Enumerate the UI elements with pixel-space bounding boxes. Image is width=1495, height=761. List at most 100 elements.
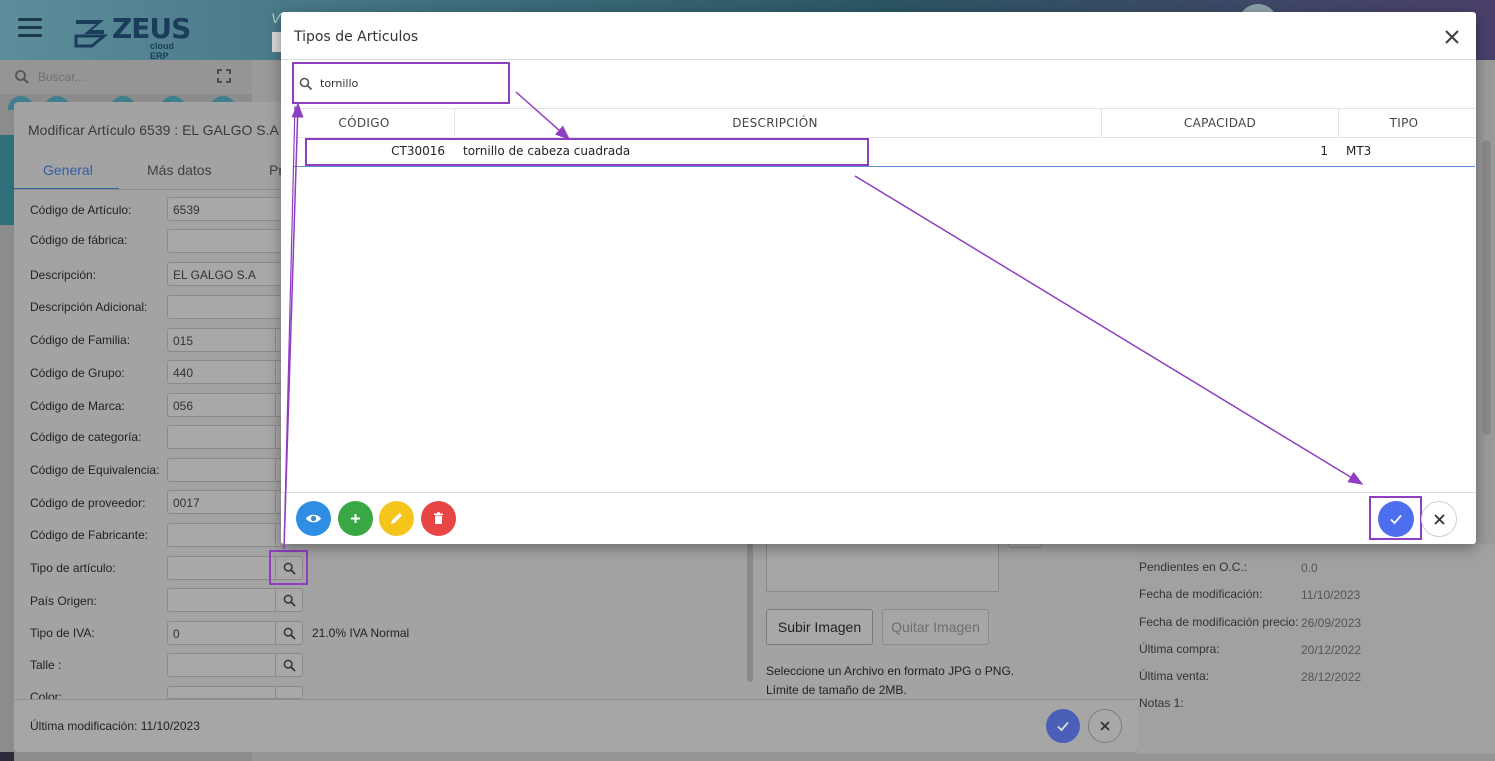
- codigo-marca-input[interactable]: 056: [167, 393, 287, 417]
- field-label: Descripción:: [30, 268, 97, 282]
- form-footer: Última modificación: 11/10/2023: [14, 699, 1137, 752]
- stat-value: 0.0: [1301, 561, 1318, 575]
- tab-mas-datos[interactable]: Más datos: [147, 162, 212, 178]
- form-cancel-button[interactable]: [1088, 709, 1122, 743]
- remove-image-button[interactable]: Quitar Imagen: [882, 609, 989, 645]
- dialog-title: Tipos de Articulos: [294, 29, 419, 45]
- stat-value: 28/12/2022: [1301, 670, 1362, 684]
- form-scrollbar[interactable]: [747, 542, 753, 682]
- dialog-cancel-button[interactable]: [1421, 501, 1457, 537]
- field-label: Color:: [30, 690, 63, 699]
- field-label: Código de Artículo:: [30, 203, 132, 217]
- search-icon: [283, 594, 296, 607]
- check-icon: [1057, 721, 1069, 732]
- field-label: Código de Marca:: [30, 399, 125, 413]
- stat-label: Pendientes en O.C.:: [1139, 560, 1248, 574]
- image-size-note: Límite de tamaño de 2MB.: [766, 683, 907, 697]
- tipo-articulo-input[interactable]: [167, 556, 275, 580]
- menu-icon[interactable]: [18, 18, 42, 40]
- codigo-grupo-input[interactable]: 440: [167, 360, 287, 384]
- edit-button[interactable]: [379, 501, 414, 536]
- form-title: Modificar Artículo 6539 : EL GALGO S.A: [28, 122, 279, 138]
- dialog-header-divider: [281, 59, 1476, 60]
- tipo-iva-search-button[interactable]: [275, 621, 303, 645]
- codigo-articulo-input[interactable]: 6539: [167, 197, 287, 221]
- codigo-fabricante-input[interactable]: [167, 523, 287, 547]
- search-icon: [15, 70, 29, 84]
- field-label: Tipo de artículo:: [30, 561, 116, 575]
- field-label: Código de Familia:: [30, 333, 131, 347]
- stat-label: Fecha de modificación precio:: [1139, 615, 1299, 629]
- close-icon: [1434, 514, 1445, 525]
- article-stats-panel: Pendientes en O.C.: 0.0 Fecha de modific…: [1137, 544, 1495, 754]
- search-icon: [283, 627, 296, 640]
- iva-description: 21.0% IVA Normal: [312, 626, 410, 640]
- field-label: Código de categoría:: [30, 430, 142, 444]
- close-icon[interactable]: [1441, 26, 1463, 48]
- codigo-proveedor-input[interactable]: 0017: [167, 490, 287, 514]
- zeus-logo: ZEUS cloud ERP: [72, 12, 192, 61]
- search-icon: [283, 659, 296, 672]
- field-label: Descripción Adicional:: [30, 300, 148, 314]
- eye-icon: [306, 514, 321, 523]
- field-label: Talle :: [30, 658, 62, 672]
- check-icon: [1390, 514, 1402, 525]
- image-format-note: Seleccione un Archivo en formato JPG o P…: [766, 664, 1015, 678]
- sidebar-bottom: [0, 752, 14, 761]
- codigo-familia-input[interactable]: 015: [167, 328, 287, 352]
- color-input[interactable]: [167, 686, 275, 699]
- table-header: CÓDIGO DESCRIPCIÓN CAPACIDAD TIPO: [293, 108, 1475, 138]
- field-label: Código de Fabricante:: [30, 528, 149, 542]
- pais-origen-input[interactable]: [167, 588, 275, 612]
- form-confirm-button[interactable]: [1046, 709, 1080, 743]
- upload-image-button[interactable]: Subir Imagen: [766, 609, 873, 645]
- field-label: Código de fábrica:: [30, 233, 128, 247]
- codigo-fabrica-input[interactable]: [167, 229, 287, 253]
- delete-button[interactable]: [421, 501, 456, 536]
- zeus-logo-mark: [74, 20, 108, 48]
- stat-label: Notas 1:: [1139, 696, 1184, 710]
- expand-icon[interactable]: [216, 68, 232, 84]
- cell-capacidad: 1: [1320, 144, 1328, 158]
- tipos-articulos-dialog: Tipos de Articulos CÓDIGO DESCRIPCIÓN CA…: [281, 12, 1476, 544]
- column-header-codigo[interactable]: CÓDIGO: [293, 109, 435, 138]
- descripcion-adicional-input[interactable]: [167, 295, 287, 319]
- codigo-equivalencia-input[interactable]: [167, 458, 287, 482]
- codigo-categoria-input[interactable]: [167, 425, 287, 449]
- plus-icon: [351, 514, 360, 523]
- dialog-search-box[interactable]: [292, 62, 510, 104]
- stat-value: 26/09/2023: [1301, 616, 1362, 630]
- trash-icon: [434, 512, 443, 524]
- header-label: V: [271, 10, 281, 26]
- sidebar-accent: [0, 135, 14, 225]
- column-header-capacidad[interactable]: CAPACIDAD: [1102, 109, 1338, 138]
- dialog-search-input[interactable]: [320, 74, 500, 92]
- column-header-tipo[interactable]: TIPO: [1339, 109, 1469, 138]
- stat-label: Fecha de modificación:: [1139, 587, 1263, 601]
- page-scrollbar-thumb[interactable]: [1482, 140, 1491, 435]
- field-label: Código de Grupo:: [30, 366, 125, 380]
- view-button[interactable]: [296, 501, 331, 536]
- cell-tipo: MT3: [1346, 144, 1372, 158]
- image-preview: [766, 540, 999, 592]
- color-search-button[interactable]: [275, 686, 303, 699]
- pais-origen-search-button[interactable]: [275, 588, 303, 612]
- stat-label: Última compra:: [1139, 642, 1220, 656]
- field-label: Código de Equivalencia:: [30, 463, 160, 477]
- stat-value: 20/12/2022: [1301, 643, 1362, 657]
- dialog-confirm-button[interactable]: [1378, 501, 1414, 537]
- add-button[interactable]: [338, 501, 373, 536]
- field-label: Código de proveedor:: [30, 496, 146, 510]
- search-icon: [299, 77, 313, 91]
- column-header-descripcion[interactable]: DESCRIPCIÓN: [455, 109, 1095, 138]
- tipo-iva-input[interactable]: 0: [167, 621, 275, 645]
- talle-input[interactable]: [167, 653, 275, 677]
- sidebar-search-placeholder: Buscar...: [38, 70, 85, 84]
- descripcion-input[interactable]: EL GALGO S.A: [167, 262, 287, 286]
- field-label: Tipo de IVA:: [30, 626, 95, 640]
- logo-subtitle: cloud ERP: [150, 41, 174, 61]
- talle-search-button[interactable]: [275, 653, 303, 677]
- sidebar-search[interactable]: Buscar...: [0, 60, 252, 94]
- close-icon: [1100, 721, 1110, 731]
- tab-general[interactable]: General: [43, 162, 93, 178]
